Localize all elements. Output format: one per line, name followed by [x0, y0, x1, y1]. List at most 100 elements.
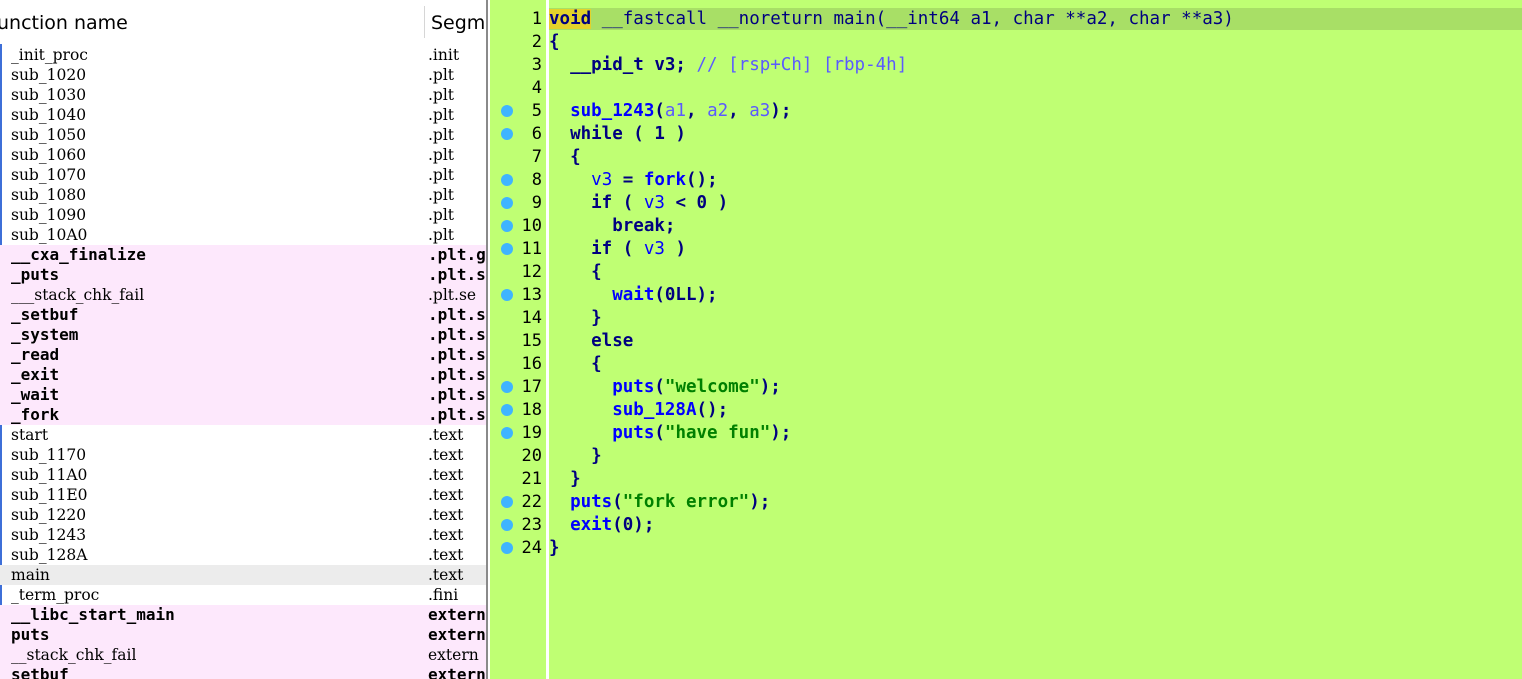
code-line[interactable]: 8 v3 = fork();: [490, 169, 1522, 192]
function-row[interactable]: _term_proc .fini: [0, 585, 486, 605]
function-row[interactable]: start .text: [0, 425, 486, 445]
function-row[interactable]: _puts .plt.s: [0, 265, 486, 285]
code-text: sub_128A();: [549, 399, 728, 422]
code-line[interactable]: 18 sub_128A();: [490, 399, 1522, 422]
code-line[interactable]: 24}: [490, 537, 1522, 560]
code-line[interactable]: 3 __pid_t v3; // [rsp+Ch] [rbp-4h]: [490, 54, 1522, 77]
code-token: }: [549, 446, 602, 466]
function-segment: .text: [428, 486, 464, 504]
code-line[interactable]: 17 puts("welcome");: [490, 376, 1522, 399]
function-row[interactable]: puts extern: [0, 625, 486, 645]
function-row[interactable]: sub_1030 .plt: [0, 85, 486, 105]
code-line[interactable]: 1 void __fastcall __noreturn main(__int64…: [490, 8, 1522, 31]
code-line[interactable]: 22 puts("fork error");: [490, 491, 1522, 514]
function-row[interactable]: sub_11A0 .text: [0, 465, 486, 485]
code-line[interactable]: 15 else: [490, 330, 1522, 353]
line-number: 10: [521, 216, 542, 236]
code-line[interactable]: 23 exit(0);: [490, 514, 1522, 537]
code-line[interactable]: 2{: [490, 31, 1522, 54]
code-line[interactable]: 13 wait(0LL);: [490, 284, 1522, 307]
code-token: }: [549, 469, 581, 489]
function-row[interactable]: sub_1220 .text: [0, 505, 486, 525]
function-row[interactable]: __libc_start_main extern: [0, 605, 486, 625]
code-token: (: [654, 101, 665, 121]
code-line[interactable]: 14 }: [490, 307, 1522, 330]
code-token: a1: [664, 101, 686, 121]
code-line[interactable]: 19 puts("have fun");: [490, 422, 1522, 445]
function-row[interactable]: __cxa_finalize .plt.g: [0, 245, 486, 265]
line-number: 15: [521, 331, 542, 351]
panel-splitter[interactable]: [486, 0, 488, 679]
code-token: "have fun": [664, 423, 771, 443]
function-name: sub_1060: [11, 146, 87, 164]
code-text: {: [549, 353, 602, 376]
line-number: 6: [531, 124, 542, 144]
column-separator[interactable]: [424, 6, 425, 38]
code-line[interactable]: 12 {: [490, 261, 1522, 284]
code-text: __pid_t v3; // [rsp+Ch] [rbp-4h]: [549, 54, 907, 77]
code-token: while ( 1 ): [549, 124, 686, 144]
function-segment: .text: [428, 526, 464, 544]
code-line[interactable]: 11 if ( v3 ): [490, 238, 1522, 261]
code-text: if ( v3 ): [549, 238, 686, 261]
code-token: ,: [685, 101, 708, 121]
code-line[interactable]: 9 if ( v3 < 0 ): [490, 192, 1522, 215]
code-line[interactable]: 10 break;: [490, 215, 1522, 238]
code-token: break;: [549, 216, 676, 236]
code-line[interactable]: 7 {: [490, 146, 1522, 169]
function-segment: .plt: [428, 166, 455, 184]
function-name: setbuf: [11, 665, 69, 679]
function-name: sub_1040: [11, 106, 87, 124]
code-line[interactable]: 5 sub_1243(a1, a2, a3);: [490, 100, 1522, 123]
function-row[interactable]: sub_1050 .plt: [0, 125, 486, 145]
code-token: a2: [707, 101, 729, 121]
line-number: 14: [521, 308, 542, 328]
function-row[interactable]: sub_10A0 .plt: [0, 225, 486, 245]
function-row[interactable]: sub_128A .text: [0, 545, 486, 565]
function-row[interactable]: _read .plt.s: [0, 345, 486, 365]
function-name: sub_1080: [11, 186, 87, 204]
function-name: __cxa_finalize: [11, 245, 146, 264]
function-segment: .plt.s: [428, 405, 486, 424]
function-segment: .fini: [428, 586, 459, 604]
function-row[interactable]: sub_11E0 .text: [0, 485, 486, 505]
code-line[interactable]: 16 {: [490, 353, 1522, 376]
line-number: 3: [531, 55, 542, 75]
column-header-segment[interactable]: Segme: [431, 12, 488, 34]
code-text: void __fastcall __noreturn main(__int64 …: [549, 8, 1234, 31]
functions-table-header: unction name Segme: [0, 0, 488, 44]
function-row[interactable]: ___stack_chk_fail .plt.se: [0, 285, 486, 305]
function-segment: .text: [428, 446, 464, 464]
pseudocode-view[interactable]: 1 void __fastcall __noreturn main(__int64…: [490, 0, 1522, 679]
function-row[interactable]: sub_1090 .plt: [0, 205, 486, 225]
function-row[interactable]: _system .plt.s: [0, 325, 486, 345]
code-line[interactable]: 21 }: [490, 468, 1522, 491]
function-row[interactable]: sub_1243 .text: [0, 525, 486, 545]
function-list: _init_proc .init sub_1020 .plt sub_1030 .plt s…: [0, 45, 486, 679]
function-name: ___stack_chk_fail: [11, 286, 145, 304]
code-token: (0LL);: [654, 285, 718, 305]
function-row[interactable]: _exit .plt.s: [0, 365, 486, 385]
function-row[interactable]: __stack_chk_fail extern: [0, 645, 486, 665]
function-name: sub_1090: [11, 206, 87, 224]
line-number: 20: [521, 446, 542, 466]
function-row[interactable]: sub_1020 .plt: [0, 65, 486, 85]
function-row[interactable]: setbuf extern: [0, 665, 486, 679]
function-row[interactable]: _init_proc .init: [0, 45, 486, 65]
function-row[interactable]: main .text: [0, 565, 486, 585]
column-header-function-name[interactable]: unction name: [0, 12, 128, 34]
function-row[interactable]: sub_1170 .text: [0, 445, 486, 465]
function-row[interactable]: _setbuf .plt.s: [0, 305, 486, 325]
function-row[interactable]: _wait .plt.s: [0, 385, 486, 405]
function-row[interactable]: sub_1070 .plt: [0, 165, 486, 185]
function-row[interactable]: _fork .plt.s: [0, 405, 486, 425]
function-row[interactable]: sub_1040 .plt: [0, 105, 486, 125]
code-line[interactable]: 4: [490, 77, 1522, 100]
function-row[interactable]: sub_1080 .plt: [0, 185, 486, 205]
code-line[interactable]: 6 while ( 1 ): [490, 123, 1522, 146]
code-text: }: [549, 307, 602, 330]
line-number: 1: [531, 9, 542, 29]
function-name: _fork: [11, 405, 60, 424]
code-line[interactable]: 20 }: [490, 445, 1522, 468]
function-row[interactable]: sub_1060 .plt: [0, 145, 486, 165]
